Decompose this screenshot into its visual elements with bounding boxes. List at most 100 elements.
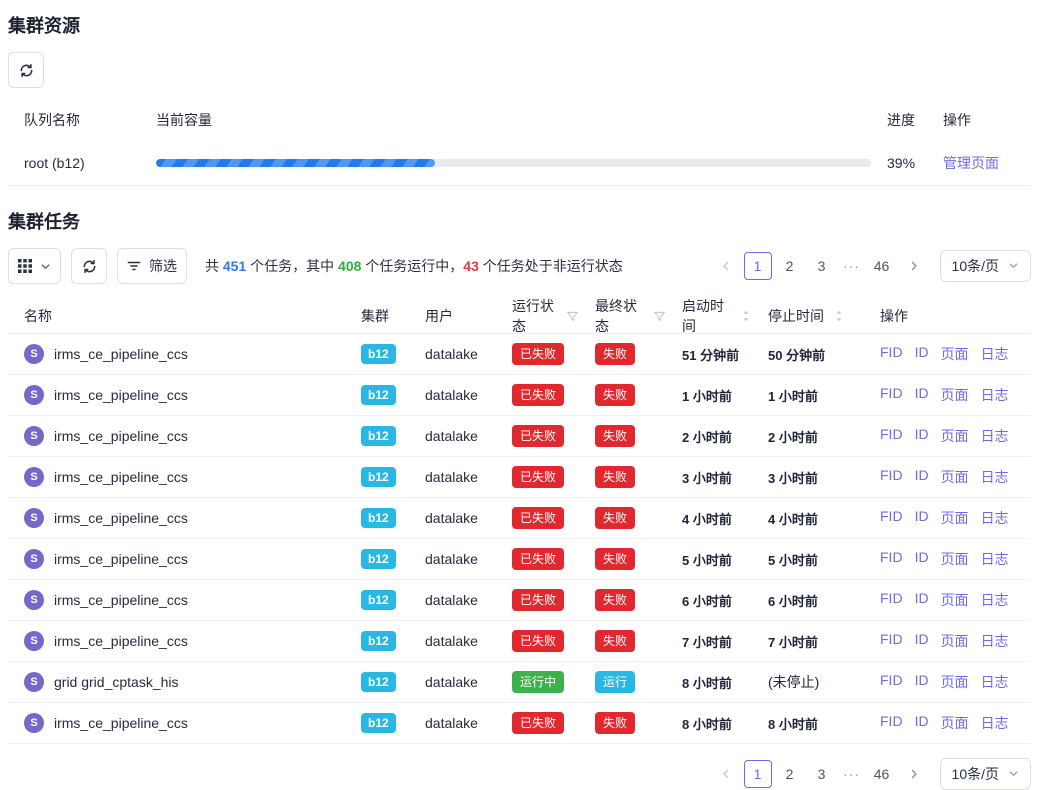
cluster-resources-title: 集群资源 bbox=[8, 14, 1031, 38]
user-cell: datalake bbox=[417, 715, 504, 731]
row-action-link[interactable]: 日志 bbox=[981, 549, 1009, 569]
table-row: S irms_ce_pipeline_ccs b12 datalake 已失败 … bbox=[8, 457, 1031, 498]
start-time: 5 小时前 bbox=[674, 550, 760, 569]
task-name: irms_ce_pipeline_ccs bbox=[54, 551, 188, 567]
sorter-icon[interactable] bbox=[740, 309, 752, 323]
pagination-page-3[interactable]: 3 bbox=[808, 252, 836, 280]
avatar: S bbox=[24, 385, 44, 405]
row-action-link[interactable]: FID bbox=[880, 549, 903, 569]
row-action-link[interactable]: 日志 bbox=[981, 385, 1009, 405]
row-action-link[interactable]: 日志 bbox=[981, 590, 1009, 610]
row-action-link[interactable]: 页面 bbox=[941, 385, 969, 405]
row-action-link[interactable]: FID bbox=[880, 508, 903, 528]
pagination-page-46[interactable]: 46 bbox=[868, 760, 896, 788]
row-action-link[interactable]: 日志 bbox=[981, 713, 1009, 733]
pagination-page-1[interactable]: 1 bbox=[744, 252, 772, 280]
pagination-page-3[interactable]: 3 bbox=[808, 760, 836, 788]
row-action-link[interactable]: 页面 bbox=[941, 631, 969, 651]
pagination-page-2[interactable]: 2 bbox=[776, 760, 804, 788]
pagination-ellipsis[interactable]: ··· bbox=[840, 766, 864, 782]
row-action-link[interactable]: 页面 bbox=[941, 549, 969, 569]
row-action-link[interactable]: ID bbox=[915, 672, 929, 692]
row-action-link[interactable]: 日志 bbox=[981, 631, 1009, 651]
user-cell: datalake bbox=[417, 346, 504, 362]
row-action-link[interactable]: ID bbox=[915, 426, 929, 446]
row-action-link[interactable]: FID bbox=[880, 631, 903, 651]
pagination-page-2[interactable]: 2 bbox=[776, 252, 804, 280]
task-name: irms_ce_pipeline_ccs bbox=[54, 387, 188, 403]
queue-name: root (b12) bbox=[8, 155, 148, 171]
row-action-link[interactable]: FID bbox=[880, 344, 903, 364]
row-action-link[interactable]: ID bbox=[915, 631, 929, 651]
row-action-link[interactable]: FID bbox=[880, 426, 903, 446]
name-header: 名称 bbox=[8, 306, 353, 326]
row-action-link[interactable]: FID bbox=[880, 672, 903, 692]
avatar: S bbox=[24, 426, 44, 446]
row-actions: FID ID 页面日志 bbox=[872, 467, 1031, 487]
table-row: S irms_ce_pipeline_ccs b12 datalake 已失败 … bbox=[8, 375, 1031, 416]
row-action-link[interactable]: 日志 bbox=[981, 344, 1009, 364]
task-name-cell: S grid grid_cptask_his bbox=[8, 672, 353, 692]
pagination-page-46[interactable]: 46 bbox=[868, 252, 896, 280]
row-action-link[interactable]: FID bbox=[880, 467, 903, 487]
sorter-icon[interactable] bbox=[833, 309, 845, 323]
avatar: S bbox=[24, 344, 44, 364]
row-actions: FID ID 页面日志 bbox=[872, 549, 1031, 569]
column-settings-button[interactable] bbox=[8, 248, 61, 284]
cluster-tag: b12 bbox=[361, 549, 396, 569]
queue-row: root (b12) 39% 管理页面 bbox=[8, 140, 1031, 186]
avatar: S bbox=[24, 713, 44, 733]
pagination-next-button[interactable] bbox=[900, 252, 928, 280]
pagination-ellipsis[interactable]: ··· bbox=[840, 258, 864, 274]
funnel-filter-icon[interactable] bbox=[566, 310, 579, 323]
pagination-next-button[interactable] bbox=[900, 760, 928, 788]
row-action-link[interactable]: FID bbox=[880, 385, 903, 405]
final-status-badge: 失败 bbox=[595, 589, 635, 611]
pagination-page-1[interactable]: 1 bbox=[744, 760, 772, 788]
task-name-cell: S irms_ce_pipeline_ccs bbox=[8, 549, 353, 569]
row-action-link[interactable]: ID bbox=[915, 713, 929, 733]
run-status-header: 运行状态 bbox=[504, 296, 587, 336]
user-cell: datalake bbox=[417, 469, 504, 485]
manage-page-link[interactable]: 管理页面 bbox=[943, 155, 999, 171]
grid-icon bbox=[18, 259, 32, 273]
row-action-link[interactable]: ID bbox=[915, 344, 929, 364]
row-action-link[interactable]: 页面 bbox=[941, 426, 969, 446]
run-status-cell: 已失败 bbox=[504, 384, 587, 406]
row-action-link[interactable]: 页面 bbox=[941, 672, 969, 692]
row-action-link[interactable]: 页面 bbox=[941, 467, 969, 487]
final-status-cell: 失败 bbox=[587, 630, 674, 652]
row-action-link[interactable]: 日志 bbox=[981, 508, 1009, 528]
row-action-link[interactable]: 页面 bbox=[941, 590, 969, 610]
row-action-link[interactable]: 页面 bbox=[941, 713, 969, 733]
row-action-link[interactable]: 页面 bbox=[941, 508, 969, 528]
filter-button[interactable]: 筛选 bbox=[117, 248, 187, 284]
resources-refresh-button[interactable] bbox=[8, 52, 44, 88]
running-task-count: 408 bbox=[338, 258, 361, 274]
summary-segment: 个任务处于非运行状态 bbox=[479, 258, 623, 274]
page-size-select[interactable]: 10条/页 bbox=[940, 250, 1031, 282]
row-action-link[interactable]: ID bbox=[915, 508, 929, 528]
row-action-link[interactable]: 日志 bbox=[981, 467, 1009, 487]
row-action-link[interactable]: FID bbox=[880, 590, 903, 610]
row-action-link[interactable]: ID bbox=[915, 467, 929, 487]
progress-header: 进度 bbox=[879, 110, 935, 130]
task-name-cell: S irms_ce_pipeline_ccs bbox=[8, 508, 353, 528]
table-row: S irms_ce_pipeline_ccs b12 datalake 已失败 … bbox=[8, 416, 1031, 457]
row-action-link[interactable]: ID bbox=[915, 385, 929, 405]
row-action-link[interactable]: FID bbox=[880, 713, 903, 733]
row-action-link[interactable]: 日志 bbox=[981, 672, 1009, 692]
tasks-refresh-button[interactable] bbox=[71, 248, 107, 284]
run-status-badge: 已失败 bbox=[512, 425, 564, 447]
pagination-prev-button[interactable] bbox=[712, 760, 740, 788]
row-action-link[interactable]: ID bbox=[915, 590, 929, 610]
final-status-badge: 失败 bbox=[595, 712, 635, 734]
stop-time: 4 小时前 bbox=[760, 509, 872, 528]
row-action-link[interactable]: 日志 bbox=[981, 426, 1009, 446]
pagination-prev-button[interactable] bbox=[712, 252, 740, 280]
funnel-filter-icon[interactable] bbox=[653, 310, 666, 323]
row-action-link[interactable]: ID bbox=[915, 549, 929, 569]
row-action-link[interactable]: 页面 bbox=[941, 344, 969, 364]
stop-time: 50 分钟前 bbox=[760, 345, 872, 364]
page-size-select[interactable]: 10条/页 bbox=[940, 758, 1031, 790]
